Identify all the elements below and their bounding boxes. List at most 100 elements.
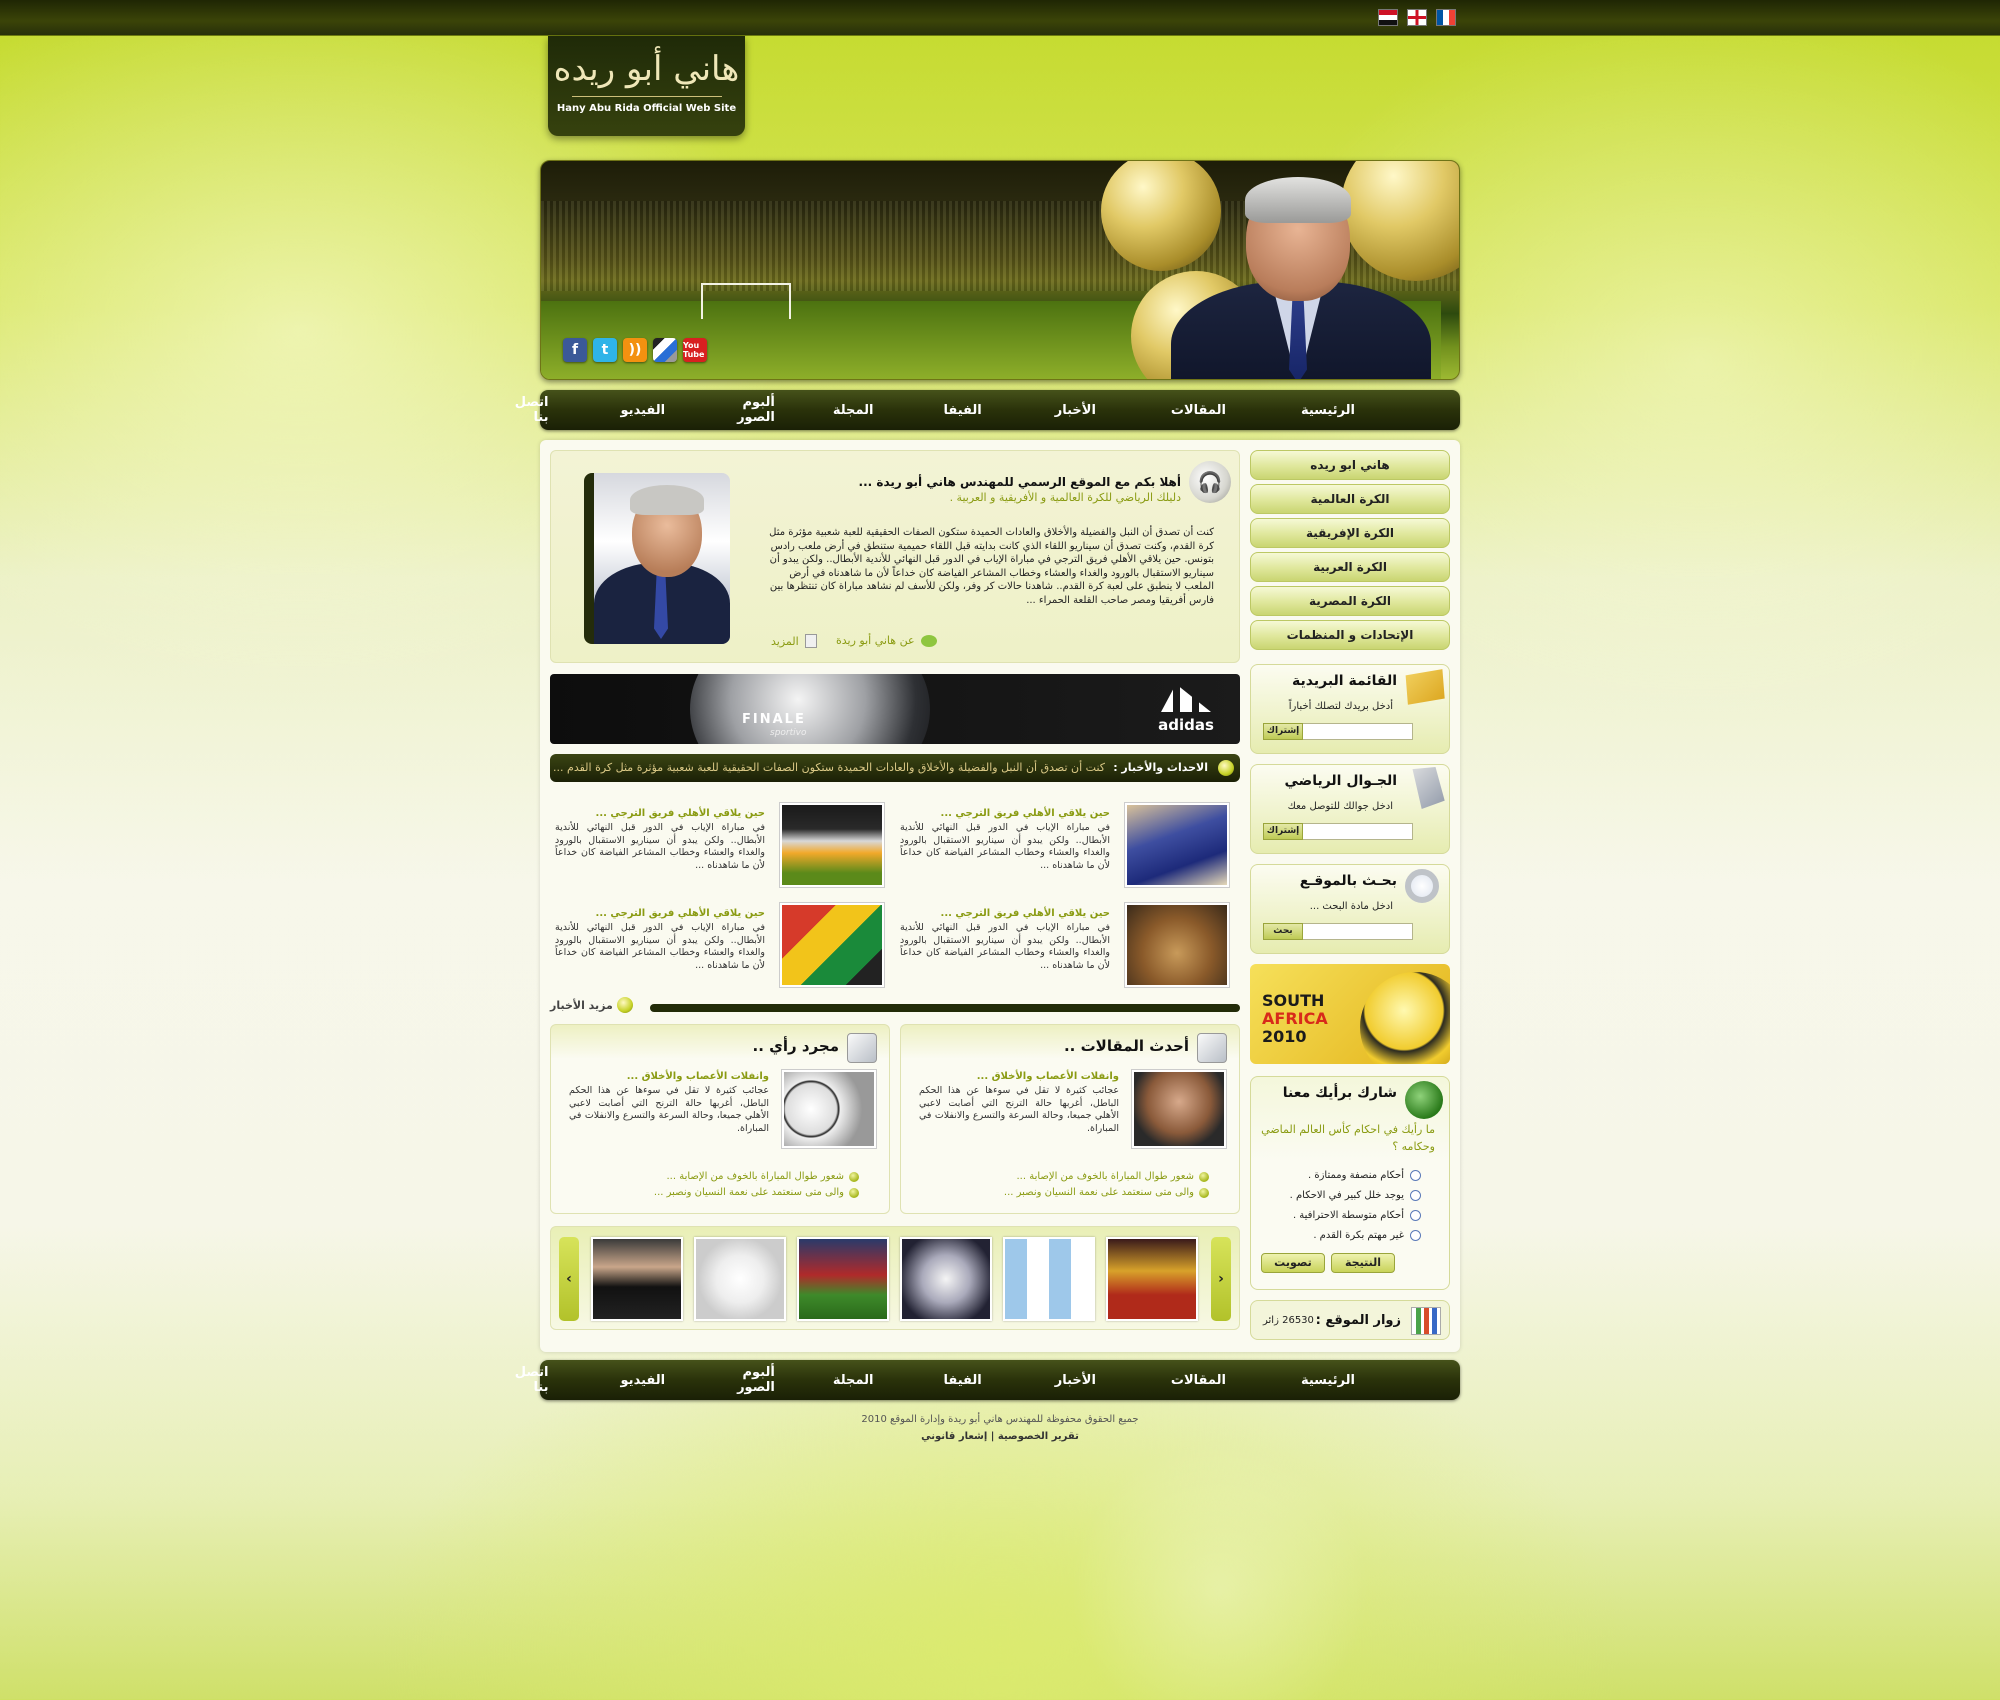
radio-button[interactable]: [1410, 1170, 1421, 1181]
poll-option[interactable]: أحكام متوسطة الاحترافية .: [1293, 1210, 1421, 1221]
poll-option[interactable]: أحكام منصفة وممتازة .: [1308, 1170, 1421, 1181]
legal-link[interactable]: إشعار قانوني: [921, 1431, 987, 1442]
logo-divider: [571, 96, 722, 97]
promo-line-1: SOUTH: [1262, 991, 1325, 1010]
poll-question: ما رأيك في احكام كأس العالم الماضي وحكام…: [1261, 1123, 1435, 1153]
about-link[interactable]: عن هاني أبو ريدة: [836, 634, 937, 647]
rss-icon[interactable]: )): [623, 338, 647, 362]
vote-button[interactable]: تصويت: [1261, 1253, 1325, 1273]
visitors-count: 26530 زائر: [1263, 1315, 1314, 1326]
nav-video[interactable]: الفيديو: [621, 403, 666, 418]
nav-contact[interactable]: اتصل بنا: [515, 1365, 549, 1395]
sidebar-link[interactable]: هاني ابو ريده: [1250, 450, 1450, 480]
results-button[interactable]: النتيجة: [1331, 1253, 1395, 1273]
gallery-prev-arrow[interactable]: ‹: [559, 1237, 579, 1321]
news-ticker[interactable]: الاحداث والأخبار : كنت أن تصدق أن النبل …: [550, 754, 1240, 782]
footer-links: تقرير الخصوصية | إشعار قانوني: [540, 1431, 1460, 1442]
opinion-link-label: شعور طوال المباراة بالخوف من الإصابة ...: [666, 1171, 845, 1182]
nav-magazine[interactable]: المجلة: [833, 403, 874, 418]
search-button[interactable]: بحث: [1263, 923, 1303, 940]
nav-video[interactable]: الفيديو: [621, 1373, 666, 1388]
gallery-thumb[interactable]: [797, 1237, 889, 1321]
opinion-headline[interactable]: وانفلات الأعصاب والأخلاق ...: [569, 1071, 769, 1082]
sidebar-link[interactable]: الكرة العربية: [1250, 552, 1450, 582]
england-flag-icon[interactable]: [1407, 9, 1427, 26]
gallery-thumb[interactable]: [900, 1237, 992, 1321]
footer-nav: الرئيسية المقالات الأخبار الفيفا المجلة …: [515, 1360, 1460, 1400]
more-news-link[interactable]: مزيد الأخبار: [550, 997, 633, 1013]
envelope-icon: [1405, 669, 1445, 705]
news-title[interactable]: حين يلاقي الأهلي فريق الترجي ...: [900, 908, 1110, 919]
news-title[interactable]: حين يلاقي الأهلي فريق الترجي ...: [900, 808, 1110, 819]
news-title[interactable]: حين يلاقي الأهلي فريق الترجي ...: [555, 908, 765, 919]
article-link[interactable]: شعور طوال المباراة بالخوف من الإصابة ...: [1017, 1171, 1209, 1182]
news-item[interactable]: حين يلاقي الأهلي فريق الترجي ... في مبار…: [550, 902, 885, 994]
article-link[interactable]: والى متى سنعتمد على نعمة النسيان ونصبر .…: [1004, 1187, 1209, 1198]
gallery-thumb[interactable]: [591, 1237, 683, 1321]
mobile-box: الجـوال الرياضي ادخل جوالك للتوصل معك إش…: [1250, 764, 1450, 854]
opinion-image: [781, 1069, 877, 1149]
nav-magazine[interactable]: المجلة: [833, 1373, 874, 1388]
adidas-logo: adidas: [1154, 684, 1218, 736]
sidebar-link[interactable]: الكرة المصرية: [1250, 586, 1450, 616]
nav-news[interactable]: الأخبار: [1055, 1373, 1096, 1388]
news-title[interactable]: حين يلاقي الأهلي فريق الترجي ...: [555, 808, 765, 819]
article-headline[interactable]: وانفلات الأعصاب والأخلاق ...: [919, 1071, 1119, 1082]
logo-english: Hany Abu Rida Official Web Site: [556, 103, 737, 114]
more-link[interactable]: المزيد: [771, 634, 817, 648]
gallery-thumb[interactable]: [694, 1237, 786, 1321]
radio-button[interactable]: [1410, 1190, 1421, 1201]
sidebar-link[interactable]: الكرة العالمية: [1250, 484, 1450, 514]
article-image: [1131, 1069, 1227, 1149]
subscribe-button[interactable]: إشتراك: [1263, 723, 1303, 740]
sidebar-link[interactable]: الإتحادات و المنظمات: [1250, 620, 1450, 650]
poll-option[interactable]: يوجد خلل كبير في الاحكام .: [1290, 1190, 1421, 1201]
nav-articles[interactable]: المقالات: [1171, 1373, 1226, 1388]
radio-button[interactable]: [1410, 1230, 1421, 1241]
youtube-icon[interactable]: You Tube: [683, 338, 707, 362]
opinion-link[interactable]: شعور طوال المباراة بالخوف من الإصابة ...: [666, 1171, 859, 1182]
nav-photo-album[interactable]: ألبوم الصور: [737, 395, 775, 425]
mobile-subscribe-button[interactable]: إشتراك: [1263, 823, 1303, 840]
poll-option-label: غير مهتم بكرة القدم .: [1313, 1230, 1404, 1241]
copyright-text: جميع الحقوق محفوظة للمهندس هاني أبو ريدة…: [861, 1414, 1139, 1425]
south-africa-2010-banner[interactable]: SOUTH AFRICA 2010: [1250, 964, 1450, 1064]
news-item[interactable]: حين يلاقي الأهلي فريق الترجي ... في مبار…: [550, 802, 885, 894]
nav-news[interactable]: الأخبار: [1055, 403, 1096, 418]
nav-fifa[interactable]: الفيفا: [943, 403, 981, 418]
gallery-next-arrow[interactable]: ›: [1211, 1237, 1231, 1321]
privacy-link[interactable]: تقرير الخصوصية: [998, 1431, 1079, 1442]
ad-brand: adidas: [1158, 716, 1214, 734]
facebook-icon[interactable]: f: [563, 338, 587, 362]
egypt-flag-icon[interactable]: [1378, 9, 1398, 26]
site-logo[interactable]: هاني أبو ريده Hany Abu Rida Official Web…: [548, 36, 745, 136]
bullet-icon: [849, 1187, 859, 1198]
visitors-label: زوار الموقع :: [1315, 1313, 1401, 1328]
nav-photo-album[interactable]: ألبوم الصور: [737, 1365, 775, 1395]
photo-gallery: ‹ ›: [550, 1226, 1240, 1330]
poll-title: شارك برأيك معنا: [1282, 1085, 1397, 1101]
news-item[interactable]: حين يلاقي الأهلي فريق الترجي ... في مبار…: [895, 902, 1230, 994]
nav-fifa[interactable]: الفيفا: [943, 1373, 981, 1388]
adidas-ad-banner[interactable]: FINALE sportivo adidas: [550, 674, 1240, 744]
news-item[interactable]: حين يلاقي الأهلي فريق الترجي ... في مبار…: [895, 802, 1230, 894]
gallery-thumb[interactable]: [1106, 1237, 1198, 1321]
nav-contact[interactable]: اتصل بنا: [515, 395, 549, 425]
magnifier-icon: [1405, 869, 1439, 903]
gallery-thumb[interactable]: [1003, 1237, 1095, 1321]
opinion-link[interactable]: والى متى سنعتمد على نعمة النسيان ونصبر .…: [654, 1187, 859, 1198]
nav-home[interactable]: الرئيسية: [1301, 1373, 1355, 1388]
poll-option[interactable]: غير مهتم بكرة القدم .: [1313, 1230, 1421, 1241]
nav-home[interactable]: الرئيسية: [1301, 403, 1355, 418]
sidebar-link[interactable]: الكرة الإفريقية: [1250, 518, 1450, 548]
about-link-label: عن هاني أبو ريدة: [836, 634, 915, 647]
twitter-icon[interactable]: t: [593, 338, 617, 362]
bullet-icon: [616, 997, 633, 1013]
france-flag-icon[interactable]: [1436, 9, 1456, 26]
mailing-list-box: القائمة البريدية أدخل بريدك لتصلك أخبارا…: [1250, 664, 1450, 754]
delicious-icon[interactable]: [653, 338, 677, 362]
radio-button[interactable]: [1410, 1210, 1421, 1221]
bullet-icon: [1199, 1187, 1209, 1198]
nav-articles[interactable]: المقالات: [1171, 403, 1226, 418]
ticker-label: الاحداث والأخبار :: [1113, 761, 1208, 774]
